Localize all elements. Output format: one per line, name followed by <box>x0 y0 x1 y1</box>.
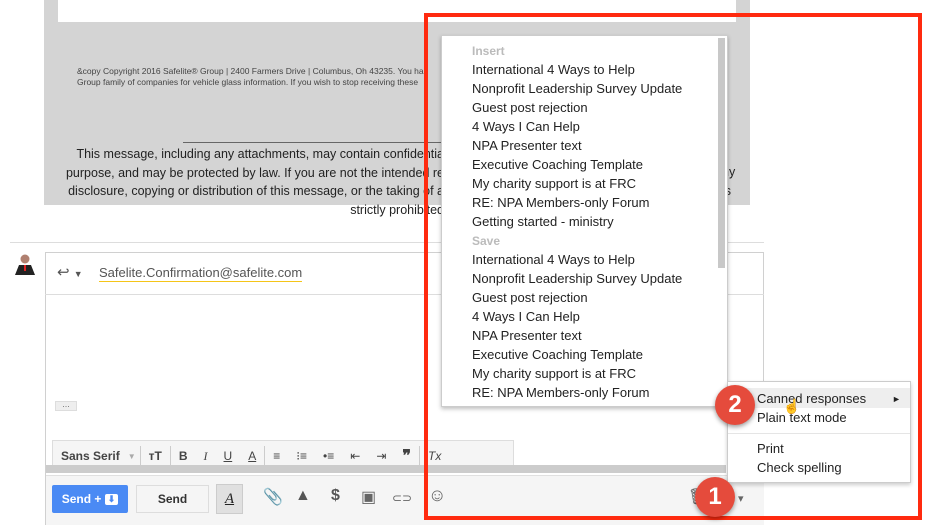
disclaimer-text: This message, including any attachments,… <box>44 145 444 219</box>
formatting-options-button[interactable]: A <box>216 484 243 514</box>
send-button[interactable]: Send <box>136 485 209 513</box>
copyright-line: &copy Copyright 2016 Safelite® Group | 2… <box>77 66 424 76</box>
indent-more-icon[interactable]: ⇥ <box>368 449 394 463</box>
underline-icon[interactable]: U <box>216 449 241 463</box>
reply-icon[interactable]: ↩ ▼ <box>57 263 83 281</box>
step-badge-2: 2 <box>715 385 755 425</box>
recipient-field[interactable]: Safelite.Confirmation@safelite.com <box>99 265 303 282</box>
money-icon[interactable]: $ <box>331 487 340 505</box>
indent-less-icon[interactable]: ⇤ <box>342 449 368 463</box>
bold-icon[interactable]: B <box>171 449 196 463</box>
chevron-down-icon: ▼ <box>127 451 136 461</box>
send-plus-button[interactable]: Send + ⬇ <box>52 485 128 513</box>
disclaimer-line: disclosure, copying or distribution of t… <box>68 184 444 198</box>
disclaimer-line: purpose, and may be protected by law. If… <box>65 165 444 180</box>
send-plus-label: Send + <box>61 492 102 506</box>
copyright-text: &copy Copyright 2016 Safelite® Group | 2… <box>77 66 447 88</box>
disclaimer-line: This message, including any attachments,… <box>76 147 444 161</box>
quote-icon[interactable]: ❞ <box>394 446 419 466</box>
align-icon[interactable]: ≡ <box>265 449 288 463</box>
italic-icon[interactable]: I <box>196 449 216 464</box>
bulleted-list-icon[interactable]: •≡ <box>315 449 342 463</box>
font-select[interactable]: Sans Serif <box>53 449 128 463</box>
text-color-icon[interactable]: A <box>240 449 264 463</box>
step-badge-1: 1 <box>695 477 735 517</box>
drive-icon[interactable]: ▲ <box>295 487 311 505</box>
disclaimer-line: strictly prohibited <box>350 202 444 217</box>
show-trimmed-button[interactable]: … <box>55 401 77 411</box>
copyright-line: Group family of companies for vehicle gl… <box>77 77 419 87</box>
calendar-icon: ⬇ <box>104 493 119 505</box>
divider <box>183 142 443 143</box>
avatar <box>14 253 36 275</box>
link-icon[interactable]: ⊂⊃ <box>392 491 412 505</box>
numbered-list-icon[interactable]: ⁝≡ <box>288 449 315 463</box>
photo-icon[interactable]: ▣ <box>361 487 376 507</box>
highlight-box <box>424 13 922 520</box>
attach-icon[interactable]: 📎 <box>263 487 283 507</box>
font-size-icon[interactable]: тT <box>141 449 170 463</box>
